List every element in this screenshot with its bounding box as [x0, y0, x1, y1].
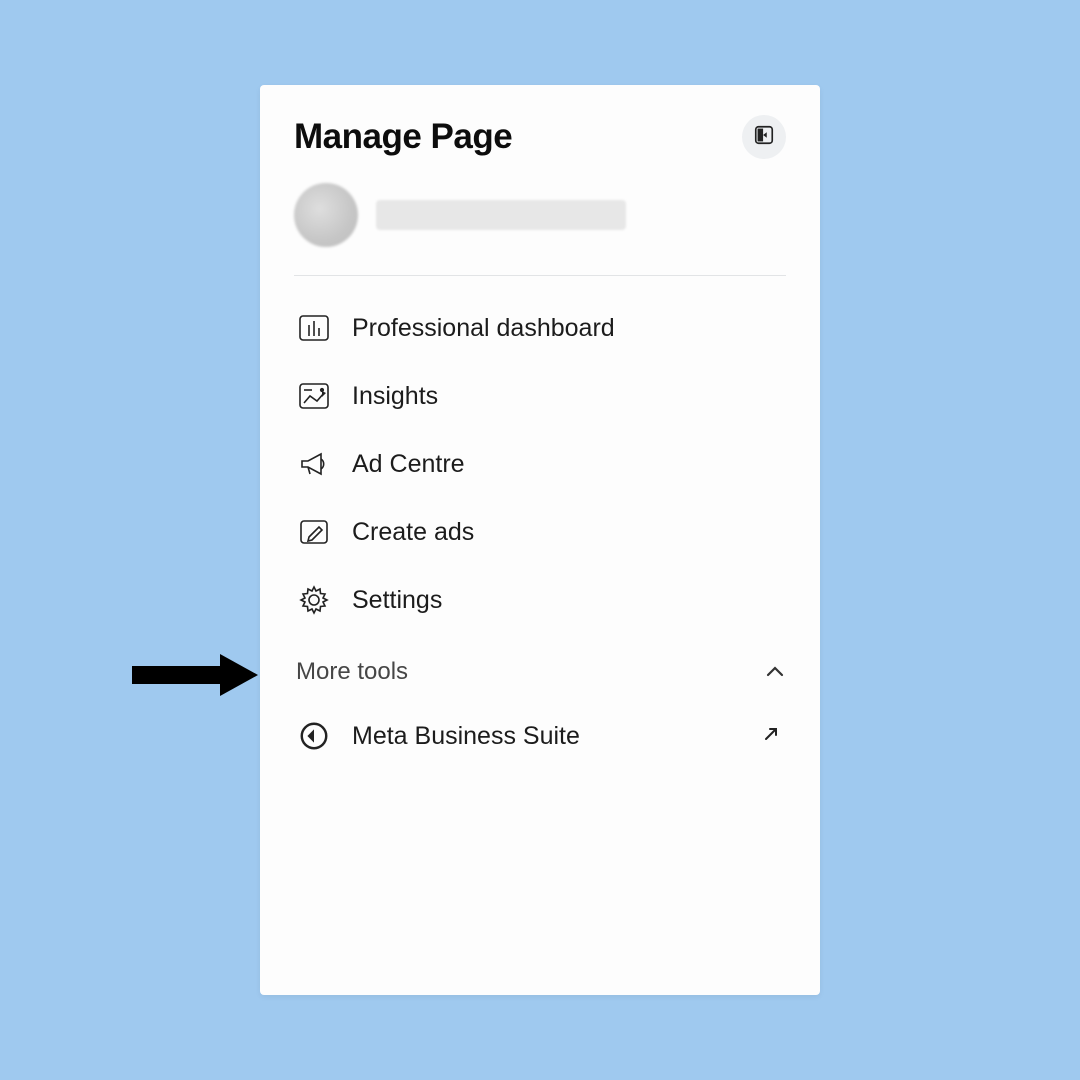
nav-label: Settings: [352, 586, 442, 615]
page-avatar: [294, 183, 358, 247]
more-tools-header[interactable]: More tools: [294, 634, 786, 704]
manage-page-panel: Manage Page Professional dashboard Insig…: [260, 85, 820, 995]
dashboard-icon: [296, 310, 332, 346]
collapse-sidebar-button[interactable]: [742, 115, 786, 159]
nav-item-insights[interactable]: Insights: [294, 362, 786, 430]
nav-item-professional-dashboard[interactable]: Professional dashboard: [294, 294, 786, 362]
tool-item-meta-business-suite[interactable]: Meta Business Suite: [294, 704, 786, 768]
panel-title: Manage Page: [294, 117, 512, 157]
meta-icon: [296, 718, 332, 754]
nav-item-create-ads[interactable]: Create ads: [294, 498, 786, 566]
insights-icon: [296, 378, 332, 414]
nav-item-settings[interactable]: Settings: [294, 566, 786, 634]
collapse-icon: [753, 124, 775, 151]
gear-icon: [296, 582, 332, 618]
nav-label: Create ads: [352, 518, 474, 547]
tool-label: Meta Business Suite: [352, 722, 742, 751]
nav-list: Professional dashboard Insights Ad Centr…: [294, 294, 786, 634]
nav-label: Insights: [352, 382, 438, 411]
panel-header: Manage Page: [294, 115, 786, 159]
external-link-icon: [762, 723, 784, 749]
megaphone-icon: [296, 446, 332, 482]
pencil-icon: [296, 514, 332, 550]
chevron-up-icon: [766, 661, 784, 684]
annotation-arrow: [130, 650, 260, 705]
nav-label: Ad Centre: [352, 450, 465, 479]
more-tools-title: More tools: [296, 658, 408, 686]
nav-item-ad-centre[interactable]: Ad Centre: [294, 430, 786, 498]
page-identity-row[interactable]: [294, 183, 786, 247]
divider: [294, 275, 786, 276]
page-name-redacted: [376, 200, 626, 230]
nav-label: Professional dashboard: [352, 314, 615, 343]
